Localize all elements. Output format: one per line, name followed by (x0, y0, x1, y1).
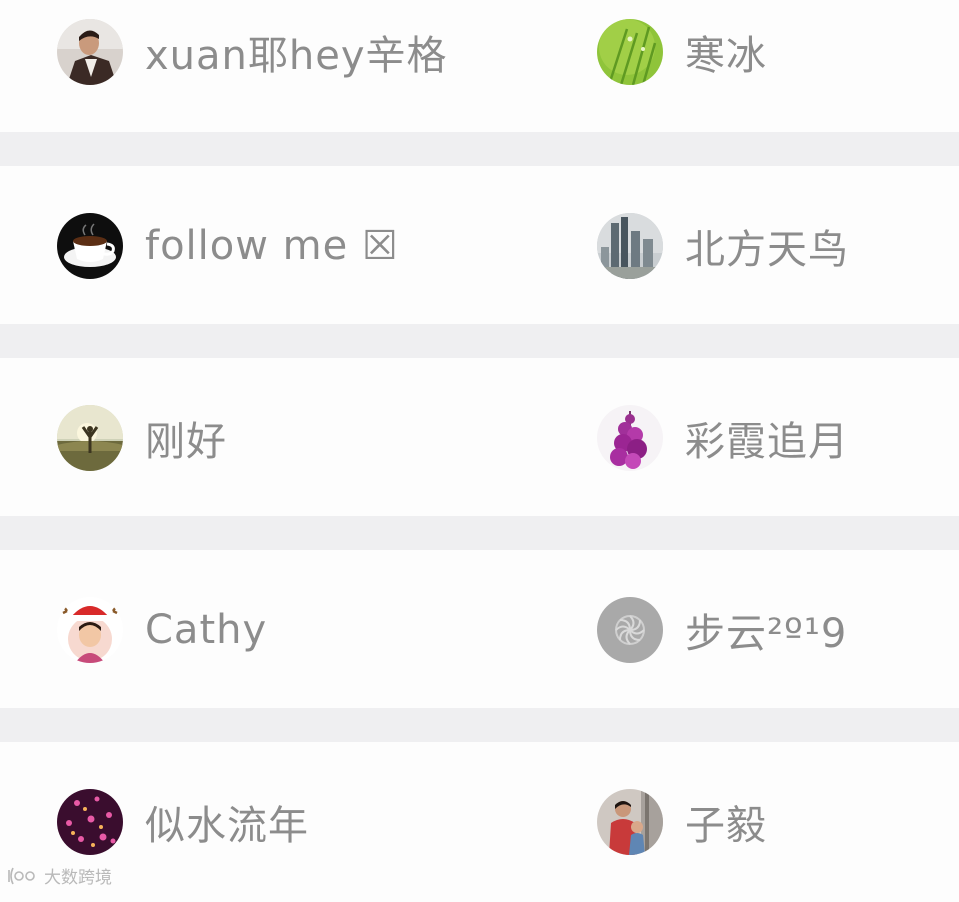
coffee-cup-photo-icon (57, 213, 123, 279)
contact-name: follow me ☒ (145, 223, 399, 269)
man-in-suit-photo-icon (57, 19, 123, 85)
contact-name: 刚好 (145, 419, 227, 465)
contact-item[interactable]: Cathy (57, 550, 267, 710)
avatar[interactable] (597, 405, 663, 471)
separator (0, 324, 959, 358)
contact-name: Cathy (145, 607, 268, 653)
contact-item[interactable]: 彩霞追月 (597, 358, 849, 518)
contact-item[interactable]: 刚好 (57, 358, 227, 518)
contact-name: 似水流年 (145, 803, 309, 849)
contact-name: 彩霞追月 (685, 419, 849, 465)
contact-name: 寒冰 (685, 33, 767, 79)
contact-row: 似水流年 子毅 (0, 742, 959, 902)
avatar[interactable] (597, 213, 663, 279)
separator (0, 516, 959, 550)
city-skyline-photo-icon (597, 213, 663, 279)
watermark: 大数跨境 (6, 863, 112, 888)
contact-list: xuan耶hey辛格 寒冰 follow me ☒ 北方天鸟 刚好 彩霞追月 C… (0, 0, 959, 902)
avatar[interactable] (57, 19, 123, 85)
contact-item[interactable]: 寒冰 (597, 0, 767, 132)
contact-row: 刚好 彩霞追月 (0, 358, 959, 518)
contact-name: 子毅 (685, 803, 767, 849)
watermark-text: 大数跨境 (44, 868, 112, 888)
avatar[interactable] (597, 19, 663, 85)
contact-name: 步云²º¹9 (685, 611, 848, 657)
separator (0, 708, 959, 742)
gray-logo-icon (597, 597, 663, 663)
contact-item[interactable]: 步云²º¹9 (597, 550, 847, 710)
contact-item[interactable]: follow me ☒ (57, 166, 399, 326)
purple-flower-photo-icon (597, 405, 663, 471)
green-grass-photo-icon (597, 19, 663, 85)
purple-flowers-photo-icon (57, 789, 123, 855)
sunset-person-photo-icon (57, 405, 123, 471)
avatar[interactable] (57, 405, 123, 471)
contact-name: xuan耶hey辛格 (145, 33, 448, 79)
contact-item[interactable]: 北方天鸟 (597, 166, 849, 326)
avatar[interactable] (597, 789, 663, 855)
avatar[interactable] (57, 213, 123, 279)
avatar[interactable] (57, 789, 123, 855)
avatar[interactable] (57, 597, 123, 663)
family-photo-icon (597, 789, 663, 855)
contact-row: Cathy 步云²º¹9 (0, 550, 959, 710)
contact-row: xuan耶hey辛格 寒冰 (0, 0, 959, 132)
separator (0, 132, 959, 166)
contact-row: follow me ☒ 北方天鸟 (0, 166, 959, 326)
contact-name: 北方天鸟 (685, 227, 849, 273)
bigdata-logo-icon (8, 867, 35, 884)
child-christmas-hat-photo-icon (57, 597, 123, 663)
contact-item[interactable]: 子毅 (597, 742, 767, 902)
avatar[interactable] (597, 597, 663, 663)
contact-item[interactable]: xuan耶hey辛格 (57, 0, 448, 132)
